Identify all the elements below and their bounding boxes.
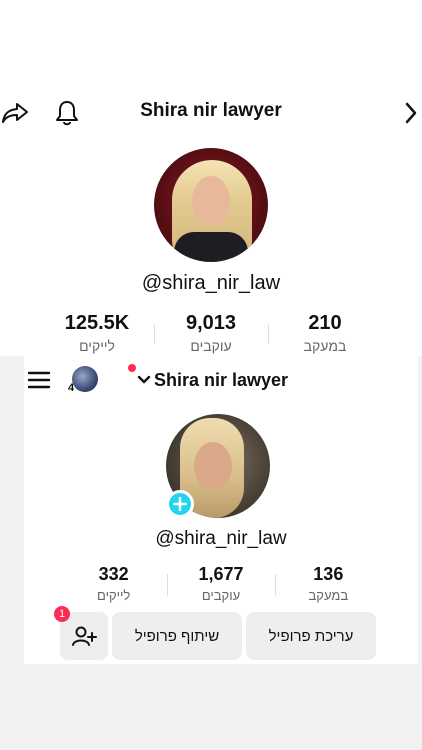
stat-following[interactable]: 210 במעקב xyxy=(268,312,382,356)
menu-icon[interactable] xyxy=(26,368,52,392)
share-icon[interactable] xyxy=(0,98,30,128)
stat-followers[interactable]: 1,677 עוקבים xyxy=(167,564,274,610)
stat-value: 332 xyxy=(98,564,129,584)
profile-avatar[interactable] xyxy=(154,148,268,262)
stat-value: 136 xyxy=(313,564,344,584)
edit-profile-button[interactable]: עריכת פרופיל xyxy=(246,612,376,660)
chevron-right-icon[interactable] xyxy=(400,98,422,128)
stat-label: לייקים xyxy=(79,338,115,354)
account-count: 4 xyxy=(68,382,75,394)
stat-value: 1,677 xyxy=(198,564,244,584)
stat-label: עוקבים xyxy=(190,338,232,354)
top-header-bar: Shira nir lawyer xyxy=(0,88,422,138)
add-story-button[interactable] xyxy=(166,490,194,518)
stat-likes[interactable]: 125.5K לייקים xyxy=(40,312,154,356)
chevron-down-icon[interactable] xyxy=(136,372,152,388)
profile-handle: @shira_nir_law xyxy=(141,272,281,294)
stat-following[interactable]: 136 במעקב xyxy=(275,564,382,610)
profile-handle: @shira_nir_law xyxy=(155,528,287,549)
stat-followers[interactable]: 9,013 עוקבים xyxy=(154,312,268,356)
add-user-icon xyxy=(72,626,97,646)
profile-stats: 125.5K לייקים 9,013 עוקבים 210 במעקב xyxy=(40,312,382,356)
plus-icon xyxy=(173,497,187,511)
avatar-face xyxy=(192,176,230,226)
stat-value: 210 xyxy=(308,312,342,334)
share-profile-button[interactable]: שיתוף פרופיל xyxy=(112,612,242,660)
stat-likes[interactable]: 332 לייקים xyxy=(60,564,167,610)
top-profile-panel: Shira nir lawyer @shira_nir_law 125.5K ל… xyxy=(0,0,422,356)
top-blank-area xyxy=(0,0,422,88)
account-switcher-avatar[interactable] xyxy=(72,366,98,392)
account-title[interactable]: Shira nir lawyer xyxy=(154,370,288,391)
add-friends-button[interactable]: 1 xyxy=(54,606,108,660)
avatar-face xyxy=(194,442,232,490)
bell-icon[interactable] xyxy=(52,97,82,129)
stat-value: 9,013 xyxy=(185,312,237,334)
profile-title: Shira nir lawyer xyxy=(140,100,282,121)
notification-badge: 1 xyxy=(54,606,70,622)
avatar-suit xyxy=(174,232,248,262)
profile-stats: 332 לייקים 1,677 עוקבים 136 במעקב xyxy=(60,564,382,610)
notification-dot xyxy=(128,364,136,372)
stat-label: במעקב xyxy=(303,338,347,354)
bottom-profile-panel: 4 Shira nir lawyer @shira_nir_law 332 לי… xyxy=(24,356,418,664)
stat-value: 125.5K xyxy=(64,312,130,334)
stat-label: עוקבים xyxy=(201,588,241,603)
stat-label: במעקב xyxy=(308,588,349,603)
stat-label: לייקים xyxy=(97,588,131,603)
